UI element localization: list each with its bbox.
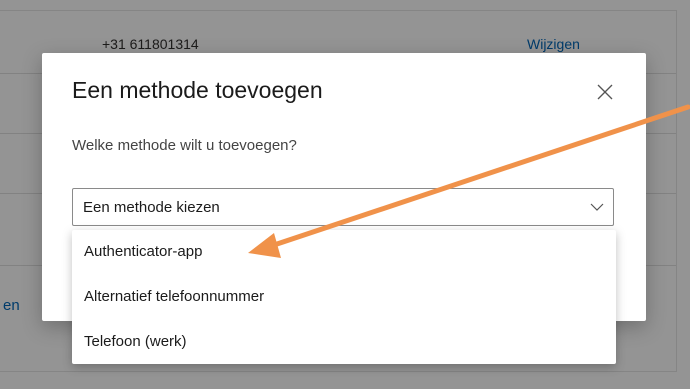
select-value: Een methode kiezen [83, 199, 220, 216]
close-icon [597, 84, 613, 100]
dialog-title: Een methode toevoegen [72, 77, 323, 103]
option-label: Telefoon (werk) [84, 333, 187, 350]
option-authenticator-app[interactable]: Authenticator-app [72, 230, 616, 274]
option-label: Authenticator-app [84, 243, 203, 260]
option-label: Alternatief telefoonnummer [84, 288, 265, 305]
option-office-phone[interactable]: Telefoon (werk) [72, 320, 616, 364]
method-question-label: Welke methode wilt u toevoegen? [72, 137, 297, 154]
method-dropdown-list: Authenticator-app Alternatief telefoonnu… [72, 230, 616, 364]
close-button[interactable] [593, 80, 617, 104]
chevron-down-icon [590, 203, 604, 211]
method-select[interactable]: Een methode kiezen [72, 188, 614, 226]
option-alternative-phone[interactable]: Alternatief telefoonnummer [72, 275, 616, 319]
screen: +31 611801314 Wijzigen en Een methode to… [0, 0, 690, 389]
